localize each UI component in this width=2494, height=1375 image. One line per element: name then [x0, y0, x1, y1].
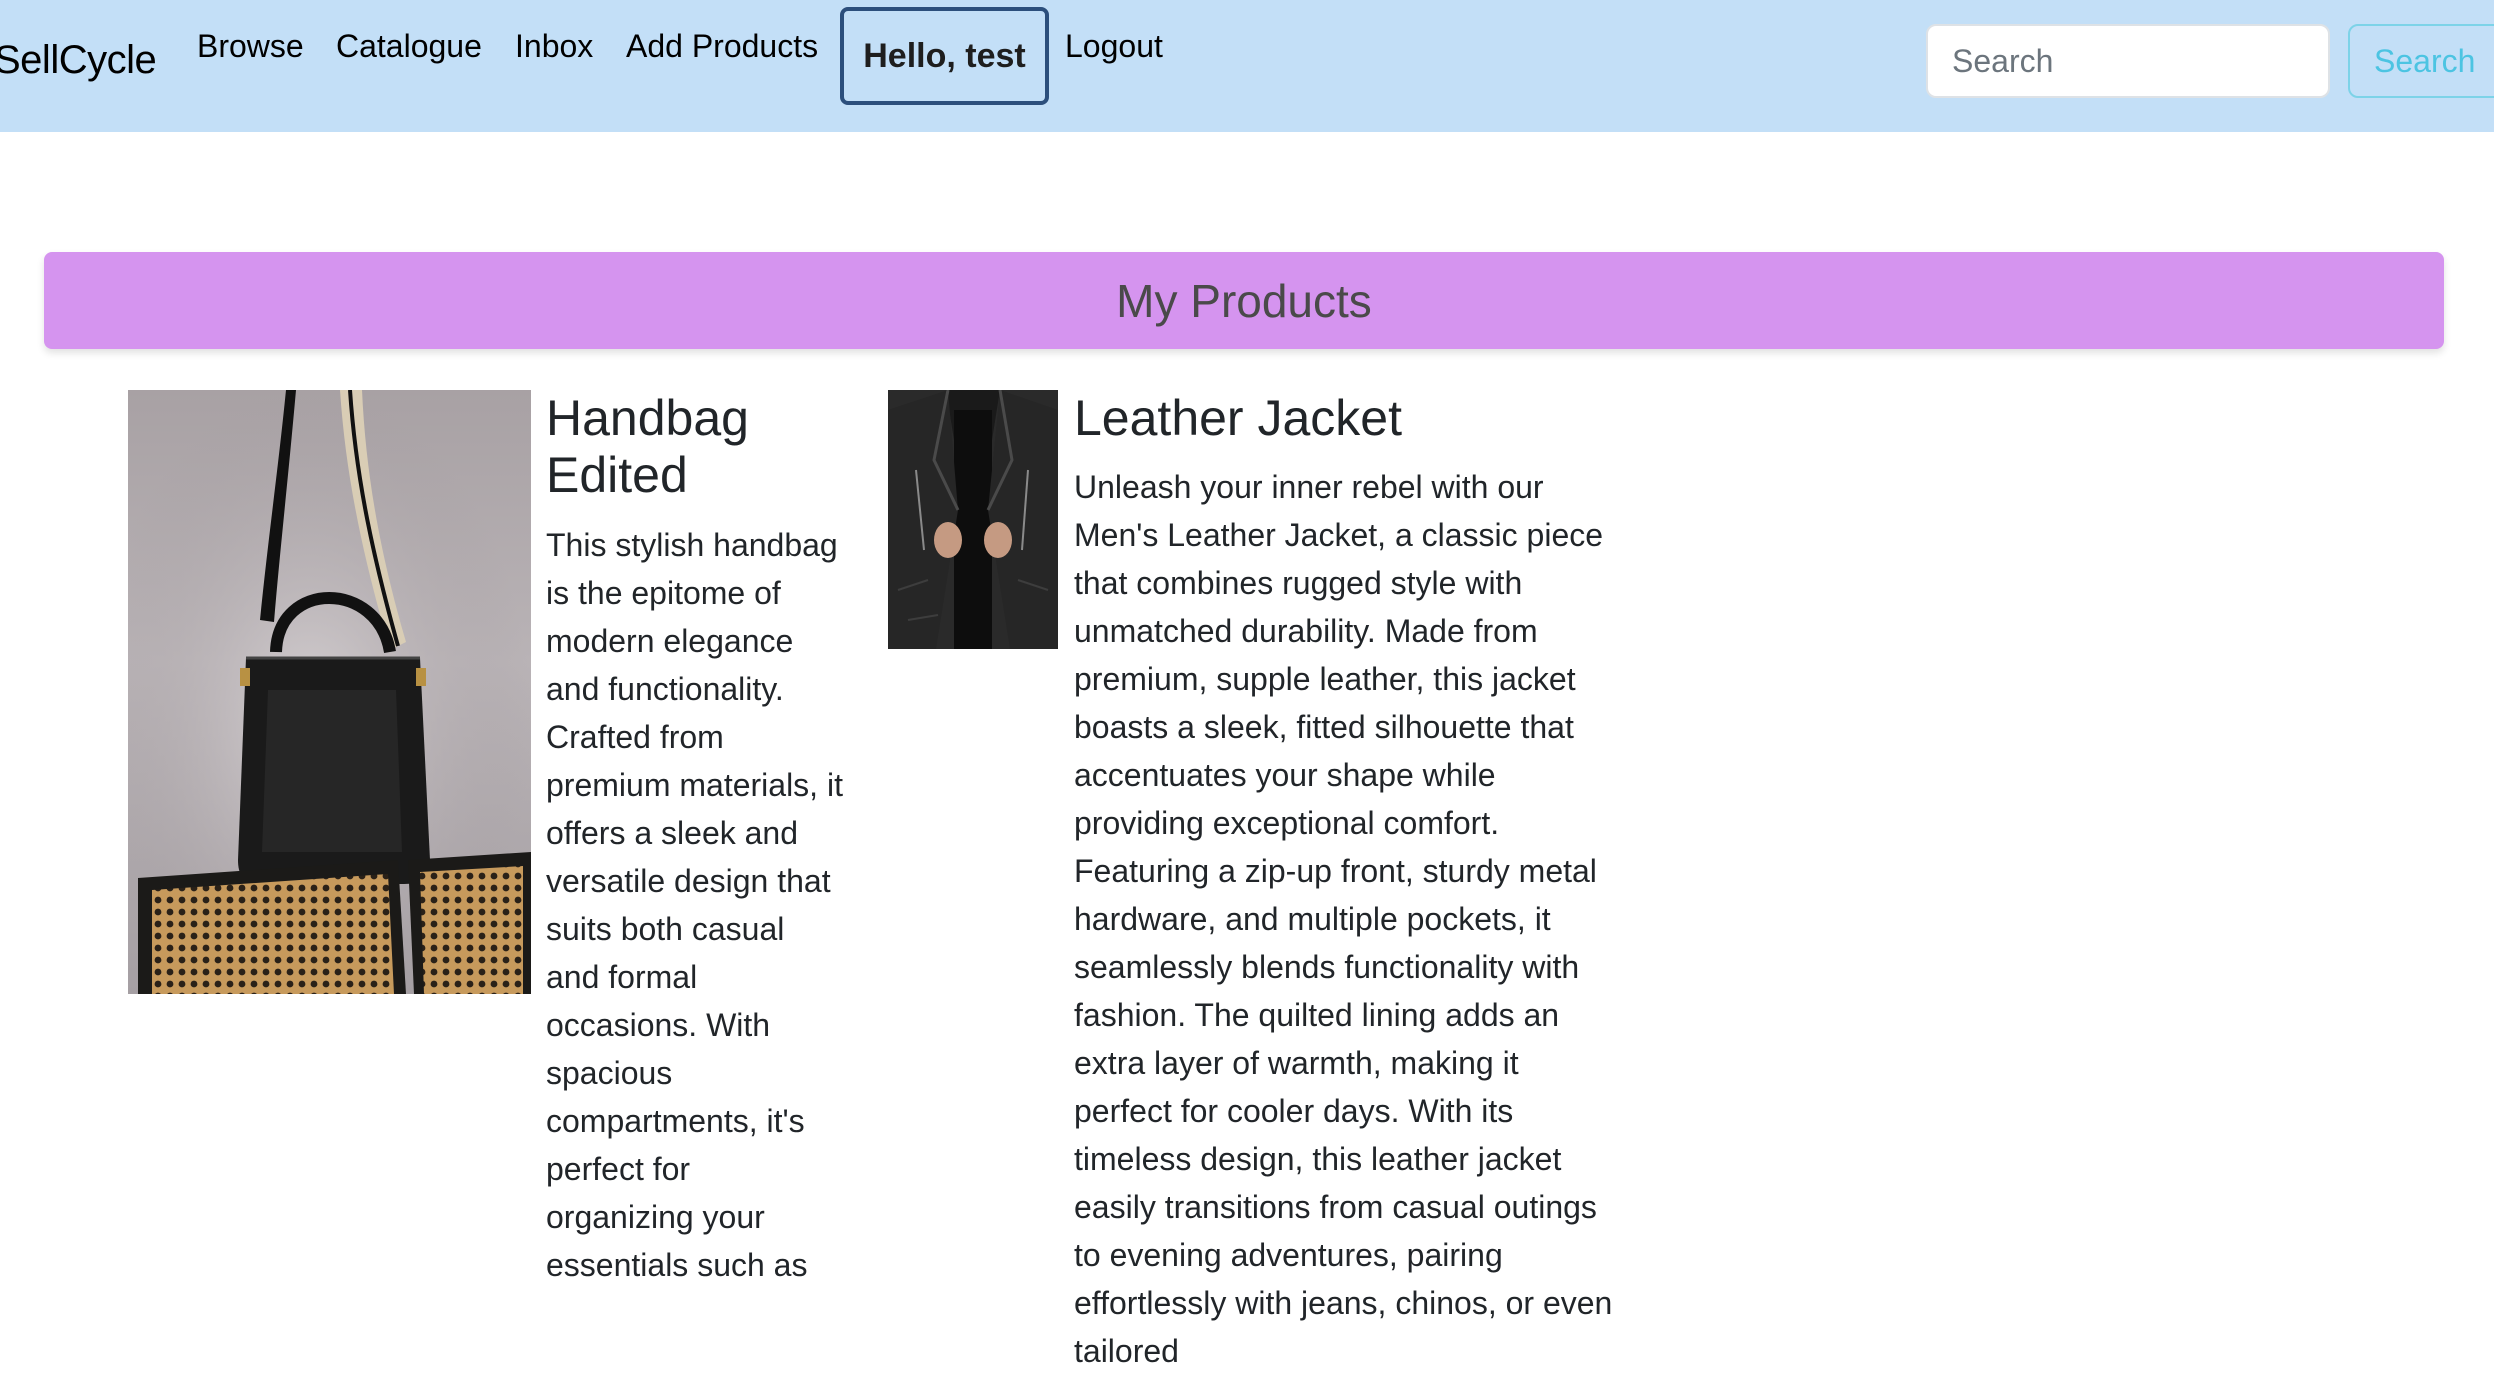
top-navbar: SellCycle Browse Catalogue Inbox Add Pro…: [0, 0, 2494, 132]
product-title: Handbag Edited: [546, 390, 749, 503]
search-button[interactable]: Search: [2348, 24, 2494, 98]
page-title: My Products: [1116, 274, 1372, 327]
brand-logo[interactable]: SellCycle: [0, 34, 157, 86]
search-input[interactable]: [1926, 24, 2330, 98]
product-title: Leather Jacket: [1074, 390, 1402, 446]
product-description: This stylish handbag is the epitome of m…: [546, 527, 843, 1283]
leather-jacket-photo[interactable]: [888, 390, 1058, 649]
nav-link-inbox[interactable]: Inbox: [515, 22, 593, 70]
nav-link-add-products[interactable]: Add Products: [626, 22, 818, 70]
nav-link-catalogue[interactable]: Catalogue: [336, 22, 482, 70]
my-products-banner: My Products: [44, 252, 2444, 349]
handbag-photo[interactable]: [128, 390, 531, 994]
nav-link-logout[interactable]: Logout: [1065, 22, 1163, 70]
nav-link-browse[interactable]: Browse: [197, 22, 304, 70]
user-greeting-button[interactable]: Hello, test: [840, 7, 1049, 105]
product-description: Unleash your inner rebel with our Men's …: [1074, 469, 1613, 1369]
